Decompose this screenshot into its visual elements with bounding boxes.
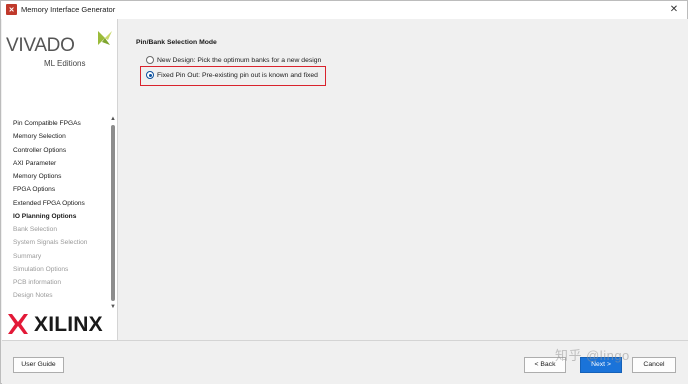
sidebar: VIVADO ML Editions Pin Compatible FPGAs …	[2, 19, 118, 340]
group-title: Pin/Bank Selection Mode	[136, 39, 217, 46]
window-title: Memory Interface Generator	[21, 5, 116, 14]
watermark: 知乎 @lingo	[555, 348, 630, 363]
step-item-design-notes: Design Notes	[13, 292, 53, 300]
step-item-axi-parameter[interactable]: AXI Parameter	[2, 157, 108, 170]
radio-new-design[interactable]	[146, 56, 154, 64]
step-item-simulation-options: Simulation Options	[13, 265, 69, 273]
scroll-thumb[interactable]	[111, 125, 115, 301]
vivado-leaf-icon	[98, 31, 112, 45]
main-panel: Pin/Bank Selection Mode New Design: Pick…	[119, 19, 688, 340]
xilinx-wordmark: XILINX	[34, 313, 103, 336]
close-button[interactable]: ✕	[667, 3, 681, 17]
xilinx-logo: XILINX	[5, 309, 117, 337]
step-item-io-planning-options[interactable]: IO Planning Options	[2, 210, 108, 223]
option-new-design[interactable]: New Design: Pick the optimum banks for a…	[146, 54, 321, 66]
option-label[interactable]: New Design: Pick the optimum banks for a…	[157, 57, 321, 64]
step-item-bank-selection: Bank Selection	[13, 226, 57, 233]
step-item-memory-options[interactable]: Memory Options	[2, 170, 108, 183]
mig-window: ✕ Memory Interface Generator ✕ VIVADO ML…	[0, 0, 688, 384]
step-item-memory-selection[interactable]: Memory Selection	[2, 130, 108, 143]
step-list: Pin Compatible FPGAs Memory Selection Co…	[2, 117, 108, 303]
annotation-highlight	[140, 66, 326, 86]
app-icon: ✕	[6, 4, 17, 15]
xilinx-mark-icon	[8, 314, 28, 334]
step-item-summary: Summary	[13, 252, 42, 260]
step-item-extended-fpga-options[interactable]: Extended FPGA Options	[2, 197, 108, 210]
cancel-button[interactable]: Cancel	[632, 357, 676, 373]
step-item-pcb-information: PCB information	[13, 279, 62, 286]
step-list-scrollbar[interactable]: ▲ ▼	[109, 115, 117, 311]
step-item-fpga-options[interactable]: FPGA Options	[2, 183, 108, 196]
scroll-up-icon[interactable]: ▲	[109, 115, 117, 123]
user-guide-button[interactable]: User Guide	[13, 357, 64, 373]
vivado-logo: VIVADO	[6, 35, 75, 56]
step-item-system-signals-selection: System Signals Selection	[13, 239, 88, 247]
edition-label: ML Editions	[44, 59, 86, 68]
step-item-pin-compatible-fpgas[interactable]: Pin Compatible FPGAs	[2, 117, 108, 130]
title-bar: ✕ Memory Interface Generator ✕	[1, 1, 687, 19]
step-item-controller-options[interactable]: Controller Options	[2, 144, 108, 157]
